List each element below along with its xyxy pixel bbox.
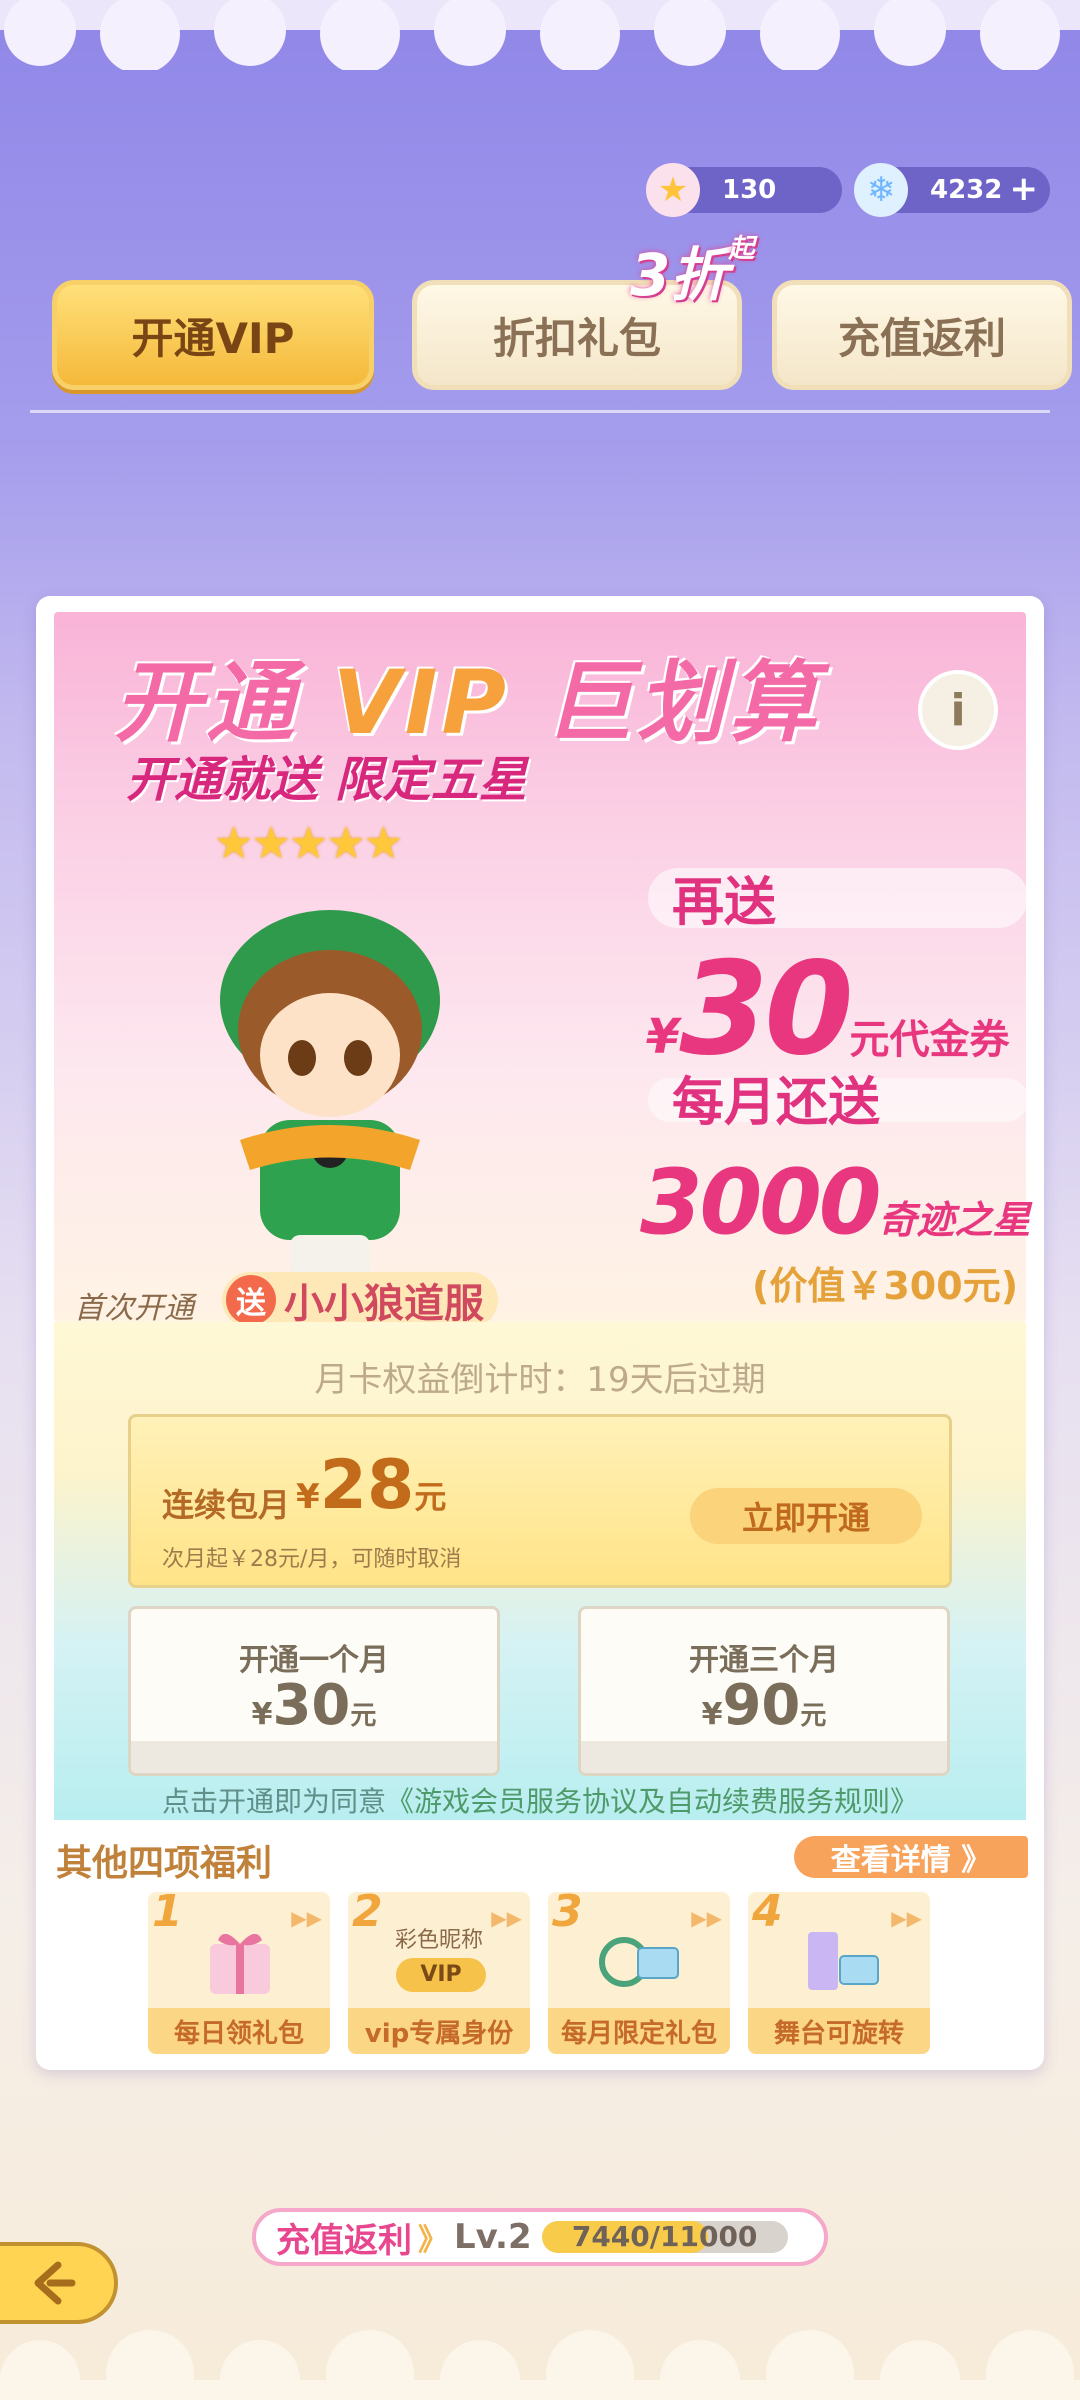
- chevron-right-icon: 》: [418, 2223, 448, 2258]
- benefit-label: 每月限定礼包: [548, 2008, 730, 2054]
- benefit-daily-gift[interactable]: 1 ▶▶ 每日领礼包: [148, 1892, 330, 2054]
- price-unit: 元: [350, 1701, 377, 1731]
- plan-one-month[interactable]: 开通一个月 ¥30元: [128, 1606, 500, 1776]
- price-unit: 元: [414, 1478, 447, 1516]
- price-value: 30: [272, 1673, 351, 1738]
- plan-three-months[interactable]: 开通三个月 ¥90元: [578, 1606, 950, 1776]
- price-symbol: ¥: [251, 1697, 273, 1732]
- tab-divider: [30, 410, 1050, 413]
- plan-card-footer: [131, 1741, 497, 1773]
- stars-quantity: 3000: [640, 1150, 881, 1255]
- coupon-unit: 元代金券: [849, 1017, 1010, 1063]
- tab-open-vip[interactable]: 开通VIP: [52, 280, 374, 390]
- frame-and-ticket-icon: [599, 1937, 679, 1987]
- benefit-label: vip专属身份: [348, 2008, 530, 2054]
- benefit-vip-identity[interactable]: 2 ▶▶ 彩色昵称 VIP vip专属身份: [348, 1892, 530, 2054]
- again-label: 再送: [672, 873, 777, 933]
- character-illustration: [220, 910, 440, 1290]
- plan-price: ¥30元: [131, 1673, 497, 1738]
- benefit-number: 1: [152, 1892, 183, 1937]
- progress-text: 7440/11000: [571, 2221, 758, 2253]
- price-unit: 元: [800, 1701, 827, 1731]
- subscription-note: 次月起￥28元/月，可随时取消: [162, 1547, 462, 1572]
- benefit-monthly-gift[interactable]: 3 ▶▶ 每月限定礼包: [548, 1892, 730, 2054]
- title-part-2: 巨划算: [544, 651, 821, 754]
- diamond-currency[interactable]: ❄ 4232 +: [854, 163, 1050, 217]
- monthly-label: 每月还送: [672, 1073, 881, 1133]
- miracle-stars-offer: 3000奇迹之星: [640, 1150, 1031, 1255]
- arrow-icon: ▶▶: [291, 1906, 322, 1930]
- benefit-label: 舞台可旋转: [748, 2008, 930, 2054]
- benefit-label: 每日领礼包: [148, 2008, 330, 2054]
- agreement-text: 点击开通即为同意《游戏会员服务协议及自动续费服务规则》: [54, 1780, 1026, 1820]
- open-now-button[interactable]: 立即开通: [690, 1488, 922, 1544]
- worth-label: (价值￥300元): [752, 1264, 1019, 1308]
- star-icon: ★: [646, 163, 700, 217]
- benefit-rotating-stage[interactable]: 4 ▶▶ 舞台可旋转: [748, 1892, 930, 2054]
- price-value: 90: [722, 1673, 801, 1738]
- title-part-1: 开通: [114, 651, 299, 754]
- progress-bar: 7440/11000: [541, 2221, 788, 2253]
- price-symbol: ¥: [296, 1477, 320, 1517]
- discount-badge: 3折起: [630, 228, 780, 309]
- title-vip: VIP: [332, 651, 510, 754]
- view-details-button[interactable]: 查看详情 》: [794, 1836, 1028, 1878]
- stars-currency[interactable]: ★ 130: [646, 163, 842, 217]
- price-symbol: ¥: [701, 1697, 723, 1732]
- recharge-label: 充值返利: [276, 2220, 412, 2261]
- recharge-progress[interactable]: 充值返利 》 Lv.2 7440/11000: [252, 2208, 828, 2266]
- discount-value: 3折: [630, 241, 729, 309]
- recharge-level: Lv.2: [454, 2217, 532, 2257]
- gift-box-icon: [210, 1933, 270, 1994]
- price-value: 28: [319, 1446, 415, 1525]
- lace-bottom-decoration: [0, 2330, 1080, 2400]
- tab-recharge-rebate[interactable]: 充值返利: [772, 280, 1072, 390]
- info-button[interactable]: i: [918, 670, 998, 750]
- info-icon: i: [950, 684, 966, 736]
- diamond-icon: ❄: [854, 163, 908, 217]
- tab-label: 折扣礼包: [492, 313, 661, 363]
- countdown-text: 月卡权益倒计时：19天后过期: [314, 1360, 766, 1400]
- arrow-icon: ▶▶: [691, 1906, 722, 1930]
- agreement-prefix: 点击开通即为同意: [161, 1785, 386, 1818]
- tab-label: 开通VIP: [131, 313, 295, 363]
- subscription-label: 连续包月: [162, 1486, 291, 1524]
- arrow-icon: ▶▶: [891, 1906, 922, 1930]
- agreement-link[interactable]: 《游戏会员服务协议及自动续费服务规则》: [386, 1785, 918, 1818]
- diamond-amount: 4232: [930, 175, 1003, 205]
- vip-badge: VIP: [396, 1958, 486, 1992]
- plan-card-footer: [581, 1741, 947, 1773]
- back-arrow-icon: [34, 2261, 76, 2305]
- first-open-label: 首次开通: [74, 1291, 194, 1326]
- gift-name: 小小狼道服: [284, 1281, 484, 1327]
- send-badge: 送: [226, 1275, 276, 1325]
- other-benefits-title: 其他四项福利: [56, 1843, 273, 1884]
- tab-label: 充值返利: [837, 313, 1006, 363]
- stars-amount: 130: [722, 175, 777, 205]
- benefit-number: 3: [552, 1892, 583, 1937]
- benefit-number: 4: [752, 1892, 783, 1937]
- stage-icon: [808, 1932, 879, 1990]
- five-star-rating: ★★★★★: [214, 818, 403, 869]
- plan-price: ¥90元: [581, 1673, 947, 1738]
- coupon-symbol: ¥: [646, 1009, 680, 1065]
- gift-tag: 送 小小狼道服: [222, 1272, 498, 1328]
- subscription-price: ¥28元: [296, 1446, 446, 1525]
- stars-unit: 奇迹之星: [878, 1198, 1031, 1242]
- banner-subtitle: 开通就送 限定五星: [126, 752, 527, 808]
- benefit-caption: 彩色昵称: [394, 1928, 483, 1953]
- add-currency-icon[interactable]: +: [1010, 172, 1039, 206]
- discount-suffix: 起: [728, 234, 755, 264]
- lace-top-decoration: [0, 0, 1080, 70]
